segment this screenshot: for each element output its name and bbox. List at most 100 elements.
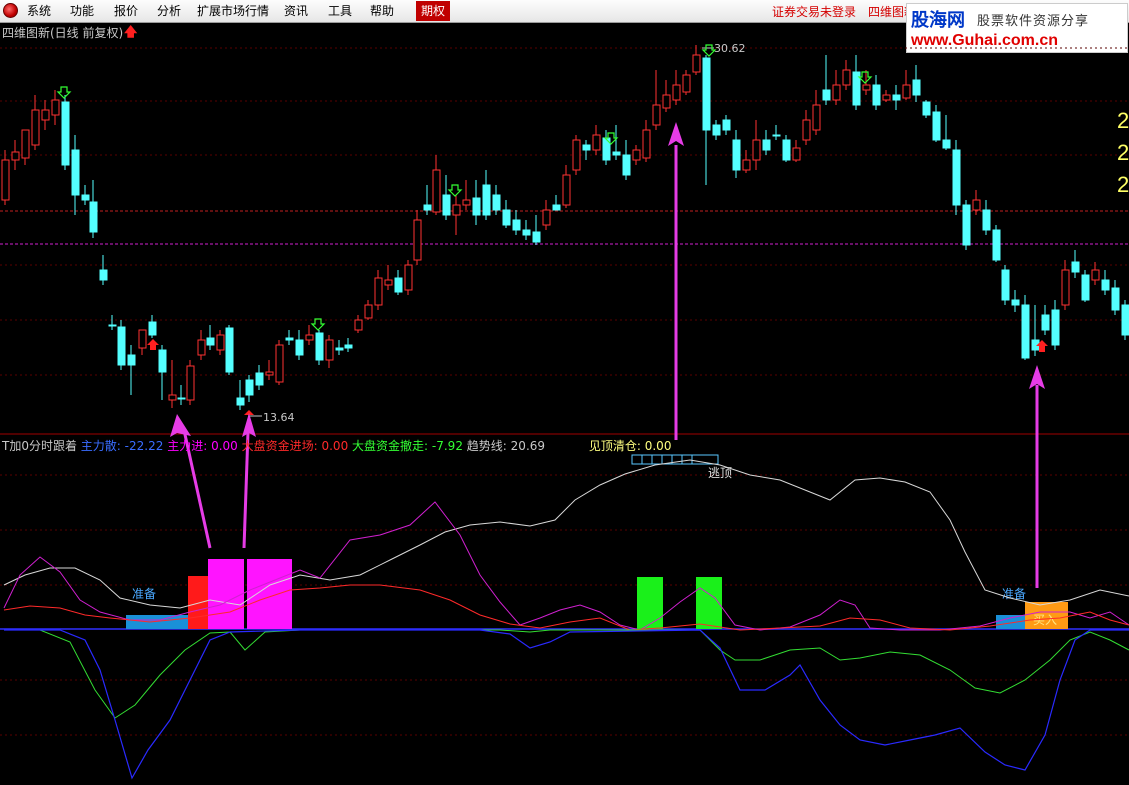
candle-body[interactable] <box>1051 309 1060 346</box>
candle-body[interactable] <box>812 104 821 131</box>
candle-body[interactable] <box>512 219 521 231</box>
candle-body[interactable] <box>432 169 441 213</box>
stock-chart[interactable]: 2 2 2 30.62 13.64 准备 准备 买入 逃顶 <box>0 0 1129 785</box>
candle-body[interactable] <box>51 99 60 116</box>
candle-body[interactable] <box>1021 304 1030 359</box>
candle-body[interactable] <box>882 94 891 101</box>
candle-body[interactable] <box>245 379 254 396</box>
candle-body[interactable] <box>423 204 432 211</box>
candle-body[interactable] <box>1121 304 1129 336</box>
candle-body[interactable] <box>742 159 751 171</box>
candle-body[interactable] <box>61 101 70 166</box>
candle-body[interactable] <box>394 277 403 293</box>
candle-body[interactable] <box>462 199 471 206</box>
candle-body[interactable] <box>932 111 941 141</box>
candle-body[interactable] <box>236 397 245 406</box>
candle-body[interactable] <box>612 151 621 156</box>
candlesticks[interactable] <box>1 45 1129 410</box>
candle-body[interactable] <box>982 209 991 231</box>
candle-body[interactable] <box>732 139 741 171</box>
candle-body[interactable] <box>502 209 511 226</box>
candle-body[interactable] <box>108 324 117 327</box>
candle-body[interactable] <box>632 149 641 161</box>
candle-body[interactable] <box>972 199 981 211</box>
candle-body[interactable] <box>265 371 274 376</box>
candle-body[interactable] <box>1011 299 1020 306</box>
candle-body[interactable] <box>285 337 294 341</box>
candle-body[interactable] <box>952 149 961 206</box>
candle-body[interactable] <box>11 151 20 161</box>
candle-body[interactable] <box>452 204 461 216</box>
candle-body[interactable] <box>1 159 10 201</box>
candle-body[interactable] <box>255 372 264 386</box>
candle-body[interactable] <box>992 229 1001 261</box>
candle-body[interactable] <box>295 339 304 356</box>
candle-body[interactable] <box>148 321 157 336</box>
candle-body[interactable] <box>186 365 195 401</box>
candle-body[interactable] <box>662 94 671 109</box>
candle-body[interactable] <box>782 139 791 161</box>
candle-body[interactable] <box>472 197 481 216</box>
candle-body[interactable] <box>325 339 334 361</box>
candle-body[interactable] <box>692 54 701 73</box>
candle-body[interactable] <box>364 304 373 319</box>
candle-body[interactable] <box>41 109 50 121</box>
candle-body[interactable] <box>354 319 363 331</box>
candle-body[interactable] <box>802 119 811 141</box>
candle-body[interactable] <box>962 204 971 246</box>
candle-body[interactable] <box>642 129 651 159</box>
candle-body[interactable] <box>305 334 314 341</box>
candle-body[interactable] <box>1081 274 1090 301</box>
candle-body[interactable] <box>712 124 721 136</box>
candle-body[interactable] <box>1041 314 1050 331</box>
candle-body[interactable] <box>522 229 531 236</box>
candle-body[interactable] <box>862 84 871 91</box>
candle-body[interactable] <box>672 84 681 101</box>
candle-body[interactable] <box>1091 269 1100 281</box>
candle-body[interactable] <box>21 129 30 159</box>
candle-body[interactable] <box>822 89 831 101</box>
candle-body[interactable] <box>89 201 98 233</box>
candle-body[interactable] <box>592 134 601 151</box>
candle-body[interactable] <box>652 104 661 126</box>
candle-body[interactable] <box>197 339 206 356</box>
candle-body[interactable] <box>99 269 108 281</box>
candle-body[interactable] <box>81 194 90 201</box>
candle-body[interactable] <box>1071 261 1080 273</box>
candle-body[interactable] <box>71 149 80 196</box>
candle-body[interactable] <box>482 184 491 216</box>
candle-body[interactable] <box>872 84 881 106</box>
candle-body[interactable] <box>1001 269 1010 301</box>
candle-body[interactable] <box>792 147 801 161</box>
candle-body[interactable] <box>912 79 921 96</box>
candle-body[interactable] <box>542 209 551 226</box>
candle-body[interactable] <box>722 119 731 131</box>
candle-body[interactable] <box>622 154 631 176</box>
candle-body[interactable] <box>902 84 911 99</box>
candle-body[interactable] <box>216 334 225 351</box>
candle-body[interactable] <box>275 344 284 383</box>
candle-body[interactable] <box>117 326 126 366</box>
candle-body[interactable] <box>922 101 931 116</box>
candle-body[interactable] <box>752 139 761 161</box>
candle-body[interactable] <box>552 204 561 211</box>
candle-body[interactable] <box>532 231 541 243</box>
candle-body[interactable] <box>1111 287 1120 311</box>
candle-body[interactable] <box>158 349 167 373</box>
candle-body[interactable] <box>206 337 215 346</box>
candle-body[interactable] <box>562 174 571 206</box>
candle-body[interactable] <box>31 109 40 146</box>
candle-body[interactable] <box>374 277 383 306</box>
candle-body[interactable] <box>842 69 851 86</box>
candle-body[interactable] <box>832 84 841 101</box>
candle-body[interactable] <box>702 57 711 131</box>
candle-body[interactable] <box>177 397 186 400</box>
candle-body[interactable] <box>413 219 422 261</box>
candle-body[interactable] <box>582 144 591 151</box>
candle-body[interactable] <box>572 139 581 171</box>
candle-body[interactable] <box>942 139 951 149</box>
candle-body[interactable] <box>344 344 353 349</box>
candle-body[interactable] <box>442 194 451 216</box>
candle-body[interactable] <box>762 139 771 151</box>
candle-body[interactable] <box>492 194 501 211</box>
